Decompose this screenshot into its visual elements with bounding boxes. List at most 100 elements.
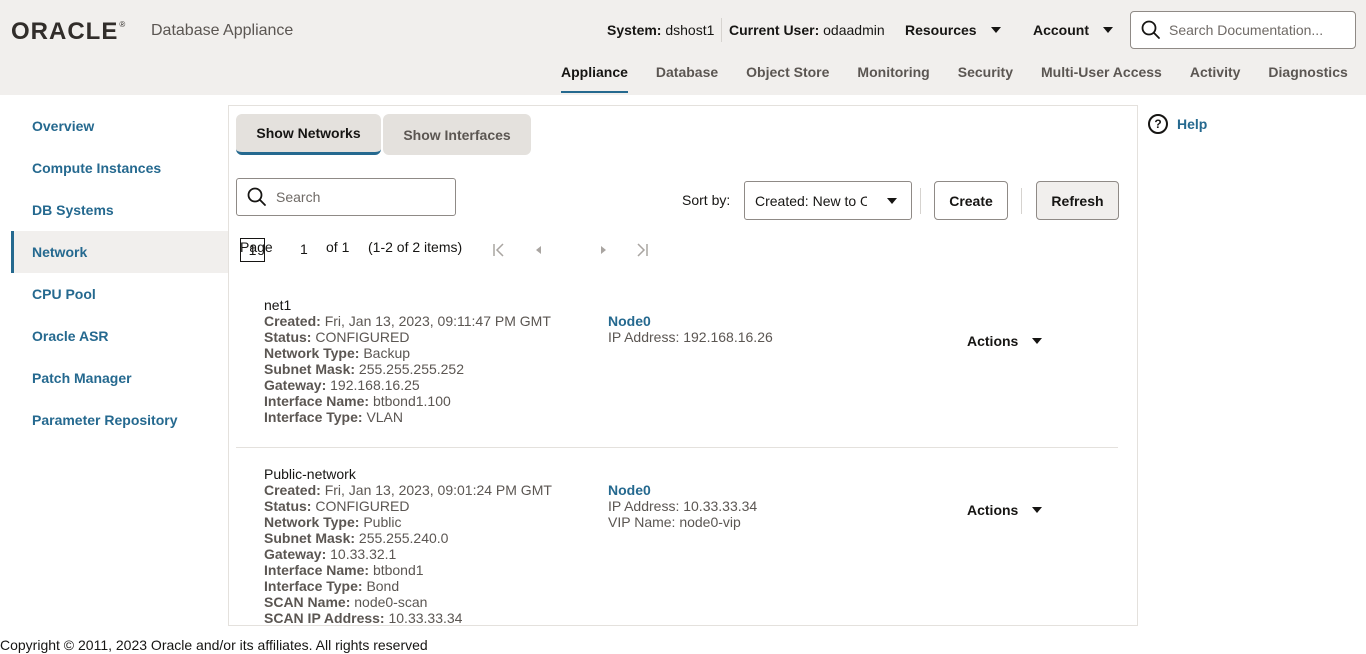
sidebar-item-parameter-repository[interactable]: Parameter Repository [11,399,228,441]
create-button[interactable]: Create [934,181,1008,220]
network-panel: Show Networks Show Interfaces Sort by: C… [228,105,1138,626]
page-count: of 1 [326,239,350,255]
actions-menu-button[interactable]: Actions [967,333,1043,349]
field-value: Bond [366,578,400,594]
toolbar-divider [920,188,921,214]
network-field: Network Type: Backup [264,345,551,361]
show-interfaces-button[interactable]: Show Interfaces [383,114,531,155]
field-label: Interface Name: [264,393,370,409]
previous-page-icon[interactable] [527,238,551,262]
sidebar-item-overview[interactable]: Overview [11,105,228,147]
registered-mark: ® [119,20,126,29]
network-field: Interface Name: btbond1 [264,562,552,578]
sidebar-item-oracle-asr[interactable]: Oracle ASR [11,315,228,357]
sidebar-item-compute-instances[interactable]: Compute Instances [11,147,228,189]
caret-down-icon [887,198,897,204]
system-value: dshost1 [665,22,715,38]
field-value: 255.255.255.252 [358,361,465,377]
field-value: Fri, Jan 13, 2023, 09:01:24 PM GMT [324,482,552,498]
nav-tab-security[interactable]: Security [958,64,1013,93]
main-nav: Appliance Database Object Store Monitori… [561,64,1348,93]
sidebar-item-network[interactable]: Network [11,231,228,273]
actions-label: Actions [967,502,1019,518]
network-field: Gateway: 192.168.16.25 [264,377,551,393]
network-field: Interface Name: btbond1.100 [264,393,551,409]
node-details: Node0 IP Address: 192.168.16.26 [608,313,773,345]
field-label: Network Type: [264,345,360,361]
network-field: Subnet Mask: 255.255.255.252 [264,361,551,377]
last-page-icon[interactable] [630,238,654,262]
page-label: Page [240,239,273,255]
item-range: (1-2 of 2 items) [368,239,463,255]
copyright-footer: Copyright © 2011, 2023 Oracle and/or its… [0,637,428,653]
field-label: Status: [264,329,312,345]
field-value: btbond1 [372,562,424,578]
header-divider [721,18,722,42]
field-label: Created: [264,313,321,329]
nav-tab-object-store[interactable]: Object Store [746,64,829,93]
field-label: SCAN IP Address: [264,610,385,626]
nav-tab-monitoring[interactable]: Monitoring [857,64,929,93]
nav-tab-appliance[interactable]: Appliance [561,64,628,93]
resources-menu-button[interactable]: Resources [905,22,1001,38]
sort-by-value: Created: New to Old [755,192,867,209]
help-link[interactable]: ? Help [1148,114,1207,134]
network-search[interactable] [236,178,456,216]
user-label: Current User: [729,22,820,38]
network-field: Interface Type: Bond [264,578,552,594]
nav-tab-multi-user-access[interactable]: Multi-User Access [1041,64,1162,93]
page-number-input[interactable]: 1 [300,241,308,257]
logo-text: ORACLE [11,18,119,45]
user-value: odaadmin [823,22,885,38]
toolbar-divider [1021,188,1022,214]
account-label: Account [1033,22,1089,38]
field-label: Subnet Mask: [264,361,356,377]
node-link[interactable]: Node0 [608,313,773,329]
field-value: VLAN [366,409,404,425]
network-details: net1 Created: Fri, Jan 13, 2023, 09:11:4… [264,297,551,425]
node-details: Node0 IP Address: 10.33.33.34 VIP Name: … [608,482,757,530]
help-label: Help [1177,116,1208,132]
refresh-button[interactable]: Refresh [1036,181,1119,220]
documentation-search[interactable] [1130,11,1356,49]
sidebar-item-db-systems[interactable]: DB Systems [11,189,228,231]
app-header: ORACLE ® Database Appliance System: dsho… [0,0,1366,95]
search-icon [1141,20,1161,40]
system-info: System: dshost1 [607,22,714,38]
node-ip-address: IP Address: 10.33.33.34 [608,498,758,514]
field-label: Network Type: [264,514,360,530]
field-value: 10.33.33.34 [388,610,463,626]
network-field: Interface Type: VLAN [264,409,551,425]
node-vip-name: VIP Name: node0-vip [608,514,741,530]
field-label: Interface Name: [264,562,370,578]
actions-menu-button[interactable]: Actions [967,502,1043,518]
field-value: CONFIGURED [315,329,410,345]
field-value: 255.255.240.0 [358,530,449,546]
sort-by-select[interactable]: Created: New to Old [744,181,912,220]
oracle-logo[interactable]: ORACLE ® [11,18,125,46]
network-search-input[interactable] [276,189,446,205]
field-value: Public [363,514,402,530]
field-value: 10.33.32.1 [330,546,397,562]
network-details: Public-network Created: Fri, Jan 13, 202… [264,466,552,626]
documentation-search-input[interactable] [1169,22,1339,38]
pagination: Page 1 of 1 (1-2 of 2 items) 1 [240,238,648,262]
sidebar-item-cpu-pool[interactable]: CPU Pool [11,273,228,315]
help-icon: ? [1148,114,1168,134]
search-icon [247,187,267,207]
nav-tab-database[interactable]: Database [656,64,718,93]
network-field: SCAN IP Address: 10.33.33.34 [264,610,552,626]
account-menu-button[interactable]: Account [1033,22,1113,38]
sidebar-item-patch-manager[interactable]: Patch Manager [11,357,228,399]
network-name: Public-network [264,466,356,482]
network-field: Status: CONFIGURED [264,498,552,514]
first-page-icon[interactable] [487,238,511,262]
next-page-icon[interactable] [591,238,615,262]
network-field: Status: CONFIGURED [264,329,551,345]
node-link[interactable]: Node0 [608,482,757,498]
nav-tab-activity[interactable]: Activity [1190,64,1241,93]
nav-tab-diagnostics[interactable]: Diagnostics [1268,64,1347,93]
show-networks-button[interactable]: Show Networks [236,114,381,155]
caret-down-icon [990,27,1001,33]
network-row: net1 Created: Fri, Jan 13, 2023, 09:11:4… [236,287,1118,448]
